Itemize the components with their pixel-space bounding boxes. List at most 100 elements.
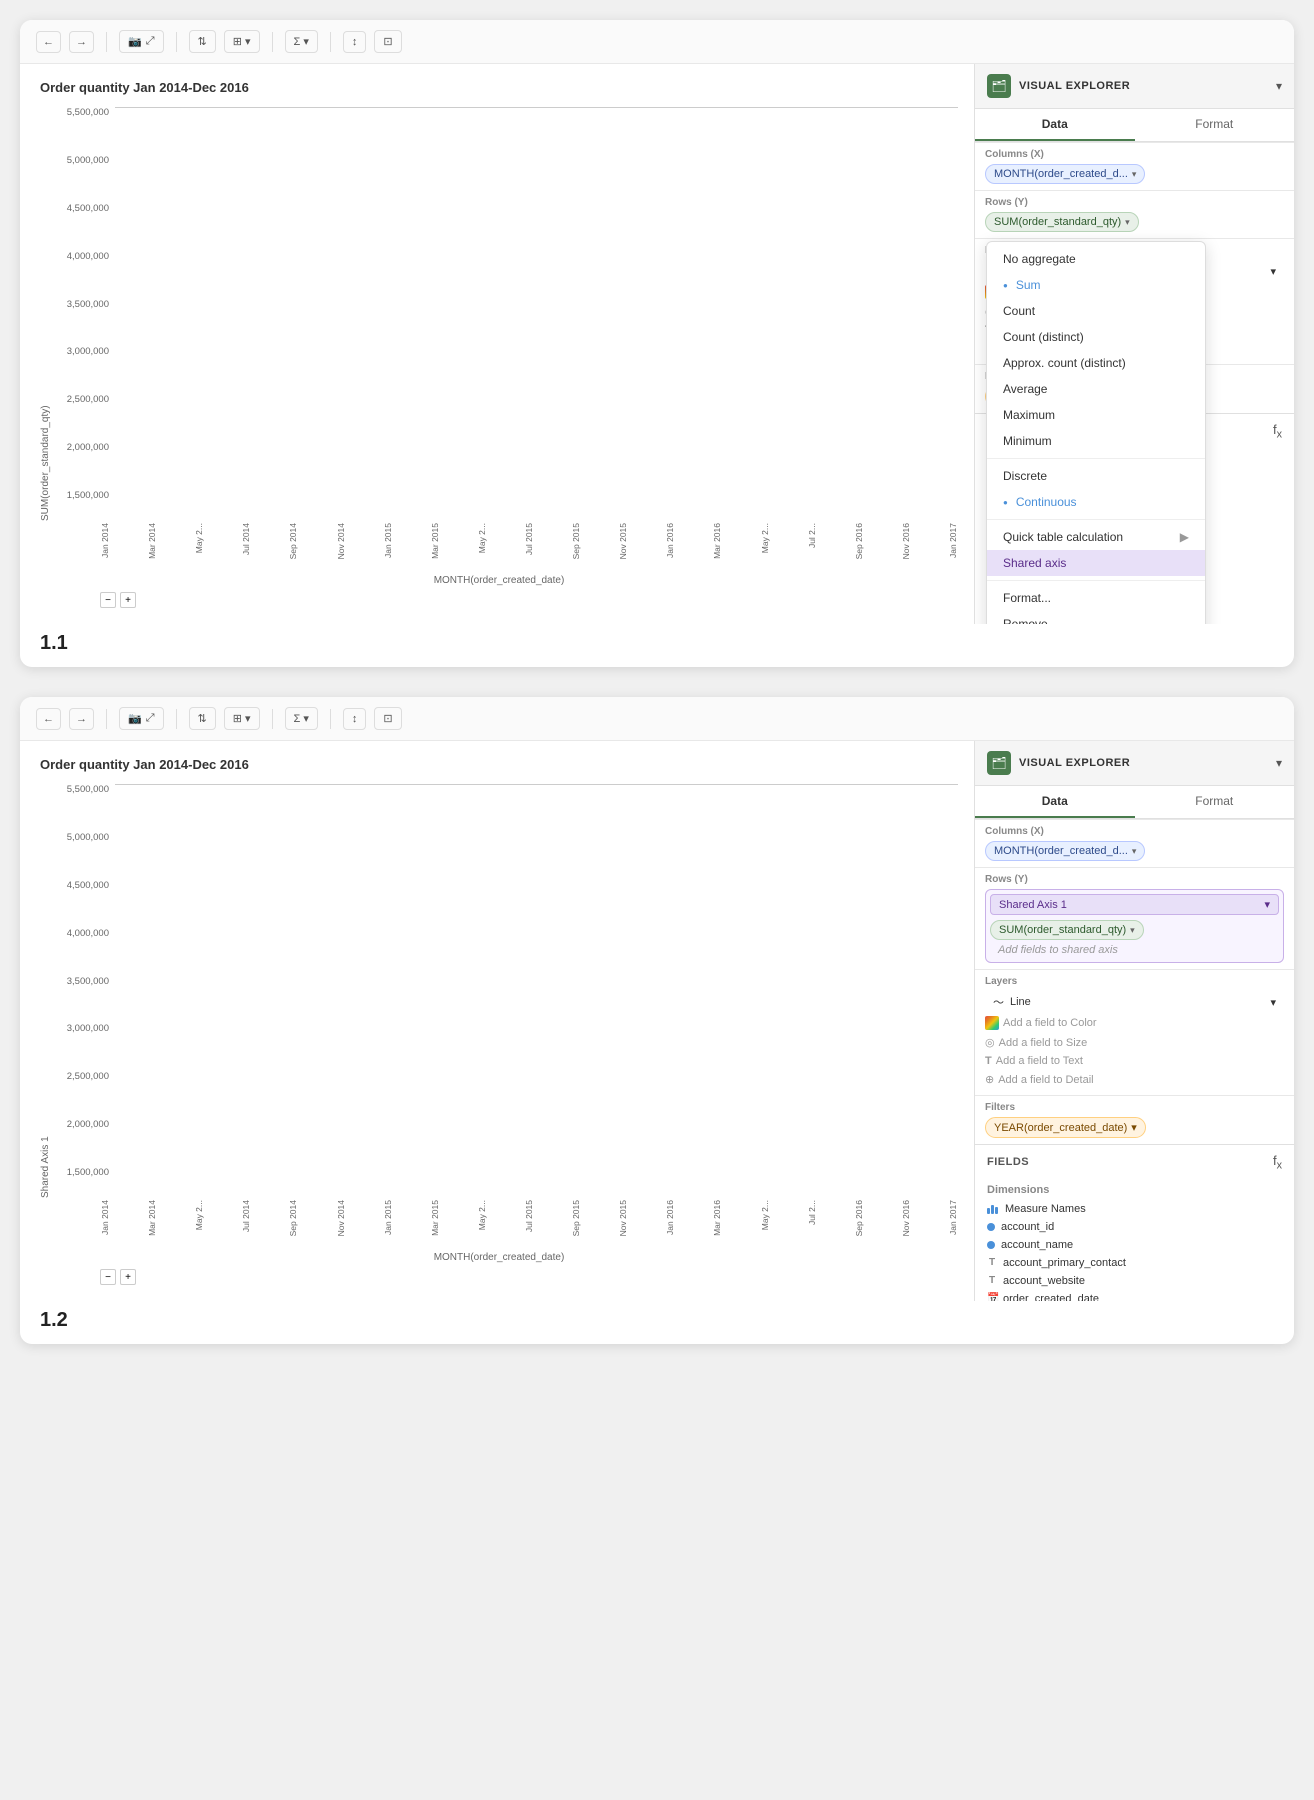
columns-pill-1[interactable]: MONTH(order_created_d... ▾ bbox=[985, 164, 1145, 184]
filter-pill-text-2: YEAR(order_created_date) bbox=[994, 1122, 1127, 1134]
zoom-out-button[interactable]: − bbox=[100, 592, 116, 608]
config-area-2: Columns (X) MONTH(order_created_d... ▾ R… bbox=[975, 819, 1294, 1145]
swap-button[interactable]: ⇅ bbox=[189, 30, 216, 53]
measure-names-icon-2 bbox=[987, 1204, 999, 1214]
ve-dropdown-button[interactable]: ▾ bbox=[1276, 79, 1282, 93]
back-button[interactable]: ← bbox=[36, 31, 61, 53]
rows-section-2: Rows (Y) Shared Axis 1 ▾ SUM(order_stand… bbox=[975, 867, 1294, 969]
rows-pill-2[interactable]: SUM(order_standard_qty) ▾ bbox=[990, 920, 1144, 940]
fx-button-2[interactable]: fx bbox=[1273, 1153, 1282, 1172]
field-account-website-2[interactable]: T account_website bbox=[975, 1272, 1294, 1290]
x-tick-2: May 2... bbox=[477, 1200, 487, 1230]
right-panel-content-2: Columns (X) MONTH(order_created_d... ▾ R… bbox=[975, 819, 1294, 1301]
sort-button-2[interactable]: ↕ bbox=[343, 708, 367, 730]
y-tick: 5,000,000 bbox=[67, 155, 109, 166]
x-tick-2: Jan 2017 bbox=[948, 1200, 958, 1235]
field-order-created-date-2[interactable]: 📅 order_created_date bbox=[975, 1290, 1294, 1301]
panel-tabs-2: Data Format bbox=[975, 786, 1294, 819]
x-tick-2: Mar 2014 bbox=[147, 1200, 157, 1236]
color-swatch-icon-2 bbox=[985, 1016, 999, 1030]
add-text-label-2: Add a field to Text bbox=[996, 1055, 1083, 1067]
ve-header-2: 🗂 VISUAL EXPLORER ▾ bbox=[975, 741, 1294, 786]
shared-axis-pill[interactable]: Shared Axis 1 ▾ bbox=[990, 894, 1279, 915]
field-dot-blue-2 bbox=[987, 1241, 995, 1249]
page-wrapper: ← → 📷 ⤢ ⇅ ⊞ ▾ Σ ▾ ↕ ⊡ Order quantity Jan… bbox=[0, 0, 1314, 1364]
menu-maximum[interactable]: Maximum bbox=[987, 402, 1205, 428]
zoom-in-button-2[interactable]: + bbox=[120, 1269, 136, 1285]
menu-no-aggregate[interactable]: No aggregate bbox=[987, 246, 1205, 272]
add-shared-field[interactable]: Add fields to shared axis bbox=[990, 942, 1279, 958]
screenshot-button[interactable]: 📷 ⤢ bbox=[119, 30, 164, 53]
menu-quick-table[interactable]: Quick table calculation ▶ bbox=[987, 524, 1205, 550]
columns-pill-2[interactable]: MONTH(order_created_d... ▾ bbox=[985, 841, 1145, 861]
tab-format-1[interactable]: Format bbox=[1135, 109, 1295, 141]
forward-button-2[interactable]: → bbox=[69, 708, 94, 730]
zoom-in-button[interactable]: + bbox=[120, 592, 136, 608]
sort-button[interactable]: ↕ bbox=[343, 31, 367, 53]
group-button[interactable]: ⊞ ▾ bbox=[224, 30, 260, 53]
field-account-id-2[interactable]: account_id bbox=[975, 1218, 1294, 1236]
zoom-out-button-2[interactable]: − bbox=[100, 1269, 116, 1285]
fields-label-2: FIELDS bbox=[987, 1156, 1029, 1168]
x-tick: Jan 2014 bbox=[100, 523, 110, 558]
toolbar-separator-5 bbox=[106, 709, 107, 729]
field-dot-blue-2 bbox=[987, 1223, 995, 1231]
y-tick: 4,000,000 bbox=[67, 251, 109, 262]
tab-format-2[interactable]: Format bbox=[1135, 786, 1295, 818]
field-measure-names-2[interactable]: Measure Names bbox=[975, 1200, 1294, 1218]
fx-button-1[interactable]: fx bbox=[1273, 422, 1282, 441]
filter-dropdown-icon-2: ▾ bbox=[1131, 1121, 1137, 1134]
dimensions-label-2: Dimensions bbox=[975, 1180, 1294, 1200]
menu-separator-3 bbox=[987, 580, 1205, 581]
field-account-name-2[interactable]: account_name bbox=[975, 1236, 1294, 1254]
menu-discrete[interactable]: Discrete bbox=[987, 463, 1205, 489]
tab-data-1[interactable]: Data bbox=[975, 109, 1135, 141]
menu-count-distinct[interactable]: Count (distinct) bbox=[987, 324, 1205, 350]
add-text-btn-2[interactable]: T Add a field to Text bbox=[985, 1052, 1284, 1070]
sigma-button-2[interactable]: Σ ▾ bbox=[285, 707, 318, 730]
toolbar-separator-6 bbox=[176, 709, 177, 729]
group-button-2[interactable]: ⊞ ▾ bbox=[224, 707, 260, 730]
x-tick-2: Jan 2014 bbox=[100, 1200, 110, 1235]
x-tick: Mar 2016 bbox=[712, 523, 722, 559]
menu-sum[interactable]: Sum bbox=[987, 272, 1205, 298]
swap-button-2[interactable]: ⇅ bbox=[189, 707, 216, 730]
filters-label-2: Filters bbox=[985, 1102, 1284, 1113]
rows-pill-text: SUM(order_standard_qty) bbox=[994, 216, 1121, 228]
field-account-primary-2[interactable]: T account_primary_contact bbox=[975, 1254, 1294, 1272]
right-panel-content-1: Columns (X) MONTH(order_created_d... ▾ R… bbox=[975, 142, 1294, 624]
menu-minimum[interactable]: Minimum bbox=[987, 428, 1205, 454]
screenshot-button-2[interactable]: 📷 ⤢ bbox=[119, 707, 164, 730]
filter-pill-2[interactable]: YEAR(order_created_date) ▾ bbox=[985, 1117, 1146, 1138]
y-tick-2: 3,000,000 bbox=[67, 1023, 109, 1034]
x-tick: Sep 2015 bbox=[571, 523, 581, 559]
add-size-label-2: Add a field to Size bbox=[999, 1037, 1088, 1049]
tab-data-2[interactable]: Data bbox=[975, 786, 1135, 818]
menu-format[interactable]: Format... bbox=[987, 585, 1205, 611]
pin-button[interactable]: ⊡ bbox=[374, 30, 401, 53]
toolbar-1: ← → 📷 ⤢ ⇅ ⊞ ▾ Σ ▾ ↕ ⊡ bbox=[20, 20, 1294, 64]
menu-approx-count[interactable]: Approx. count (distinct) bbox=[987, 350, 1205, 376]
menu-count[interactable]: Count bbox=[987, 298, 1205, 324]
camera-icon-2: 📷 bbox=[128, 712, 142, 725]
ve-icon-2: 🗂 bbox=[987, 751, 1011, 775]
pin-button-2[interactable]: ⊡ bbox=[374, 707, 401, 730]
shared-axis-dropdown: ▾ bbox=[1264, 898, 1270, 911]
menu-average[interactable]: Average bbox=[987, 376, 1205, 402]
add-detail-btn-2[interactable]: ⊕ Add a field to Detail bbox=[985, 1070, 1284, 1089]
menu-continuous[interactable]: Continuous bbox=[987, 489, 1205, 515]
rows-pill-1[interactable]: SUM(order_standard_qty) ▾ No aggregate S… bbox=[985, 212, 1139, 232]
layer-type-2[interactable]: 〜 Line ▾ bbox=[985, 991, 1284, 1013]
back-button-2[interactable]: ← bbox=[36, 708, 61, 730]
toolbar-separator-4 bbox=[330, 32, 331, 52]
sigma-button[interactable]: Σ ▾ bbox=[285, 30, 318, 53]
menu-remove[interactable]: Remove bbox=[987, 611, 1205, 624]
menu-shared-axis[interactable]: Shared axis bbox=[987, 550, 1205, 576]
add-color-btn-2[interactable]: Add a field to Color bbox=[985, 1013, 1284, 1033]
add-color-label-2: Add a field to Color bbox=[1003, 1017, 1097, 1029]
ve-dropdown-button-2[interactable]: ▾ bbox=[1276, 756, 1282, 770]
x-axis-title-1: MONTH(order_created_date) bbox=[40, 575, 958, 586]
forward-button[interactable]: → bbox=[69, 31, 94, 53]
columns-pill-text-2: MONTH(order_created_d... bbox=[994, 845, 1128, 857]
add-size-btn-2[interactable]: ◎ Add a field to Size bbox=[985, 1033, 1284, 1052]
